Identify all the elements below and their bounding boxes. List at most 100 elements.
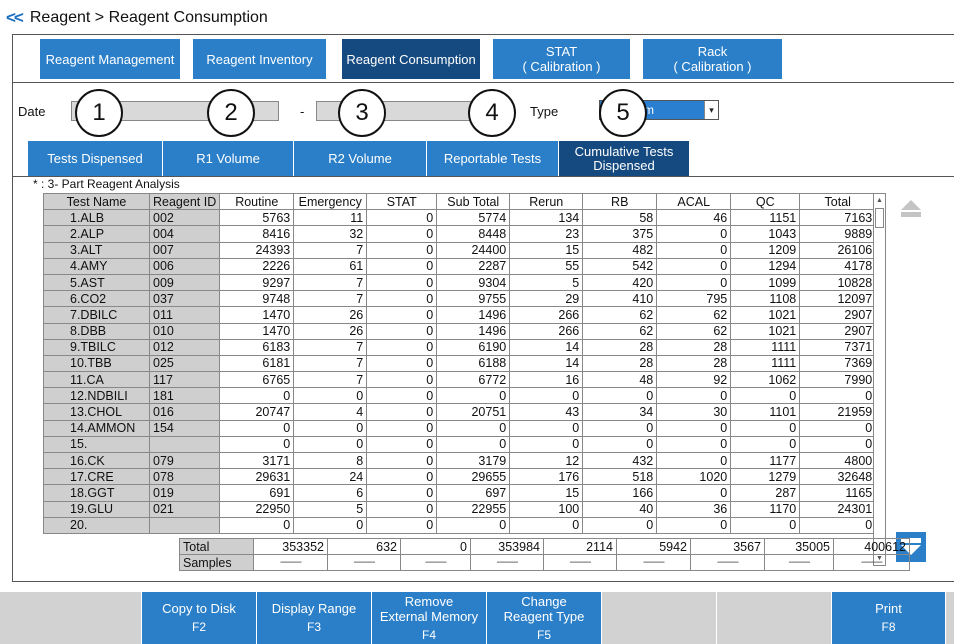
value-cell: 62 bbox=[656, 306, 732, 324]
reagent-id-cell: 079 bbox=[148, 451, 221, 470]
callout-2: 2 bbox=[207, 89, 255, 137]
value-cell: 0 bbox=[436, 435, 511, 454]
reagent-id-cell: 004 bbox=[148, 225, 221, 243]
subtab-cumulative-tests-dispensed[interactable]: Cumulative Tests Dispensed bbox=[559, 141, 689, 176]
samples-row-value: --------- bbox=[616, 554, 691, 571]
value-cell: 8416 bbox=[219, 225, 295, 243]
value-cell: 0 bbox=[799, 435, 877, 454]
value-cell: 61 bbox=[293, 257, 368, 275]
subtab-tests-dispensed[interactable]: Tests Dispensed bbox=[28, 141, 162, 176]
table-row[interactable]: 18.GGT 019 691 6 0 697 15 166 0 287 1165 bbox=[43, 484, 877, 502]
table-row[interactable]: 1.ALB 002 5763 11 0 5774 134 58 46 1151 7163 bbox=[43, 209, 877, 227]
value-cell: 1470 bbox=[219, 306, 295, 324]
reagent-id-cell: 012 bbox=[148, 338, 221, 356]
value-cell: 4800 bbox=[799, 451, 877, 470]
tab-rack-calibration[interactable]: Rack ( Calibration ) bbox=[643, 39, 782, 79]
scroll-thumb[interactable] bbox=[875, 208, 884, 228]
fkey-label: Remove External Memory bbox=[379, 593, 479, 624]
value-cell: 46 bbox=[656, 209, 732, 227]
test-name-cell: 2.ALP bbox=[43, 225, 150, 243]
scroll-up-arrow-icon[interactable]: ▲ bbox=[874, 194, 885, 207]
table-row[interactable]: 15. 0 0 0 0 0 0 0 0 0 bbox=[43, 435, 877, 454]
value-cell: 0 bbox=[366, 419, 438, 437]
fkey-f8-button[interactable]: Print F8 bbox=[832, 592, 946, 644]
value-cell: 176 bbox=[509, 468, 584, 486]
value-cell: 32648 bbox=[799, 468, 877, 486]
value-cell: 22950 bbox=[219, 500, 295, 518]
subtab-reportable-tests[interactable]: Reportable Tests bbox=[427, 141, 558, 176]
fkey-f2-button[interactable]: Copy to Disk F2 bbox=[142, 592, 257, 644]
test-name-cell: 15. bbox=[43, 435, 150, 454]
table-row[interactable]: 4.AMY 006 2226 61 0 2287 55 542 0 1294 4178 bbox=[43, 257, 877, 275]
value-cell: 3171 bbox=[219, 451, 295, 470]
value-cell: 5774 bbox=[436, 209, 511, 227]
table-row[interactable]: 11.CA 117 6765 7 0 6772 16 48 92 1062 7990 bbox=[43, 371, 877, 389]
fkey-f3-button[interactable]: Display Range F3 bbox=[257, 592, 372, 644]
value-cell: 0 bbox=[656, 419, 732, 437]
table-row[interactable]: 3.ALT 007 24393 7 0 24400 15 482 0 1209 26106 bbox=[43, 241, 877, 259]
table-row[interactable]: 10.TBB 025 6181 7 0 6188 14 28 28 1111 7369 bbox=[43, 354, 877, 373]
value-cell: 0 bbox=[509, 516, 584, 534]
tab-reagent-consumption[interactable]: Reagent Consumption bbox=[342, 39, 480, 79]
value-cell: 2287 bbox=[436, 257, 511, 275]
tab-stat-calibration[interactable]: STAT ( Calibration ) bbox=[493, 39, 630, 79]
reagent-id-cell bbox=[148, 516, 221, 534]
value-cell: 32 bbox=[293, 225, 368, 243]
value-cell: 15 bbox=[509, 241, 584, 259]
table-row[interactable]: 6.CO2 037 9748 7 0 9755 29 410 795 1108 12097 bbox=[43, 290, 877, 308]
value-cell: 0 bbox=[219, 516, 295, 534]
table-row[interactable]: 2.ALP 004 8416 32 0 8448 23 375 0 1043 9889 bbox=[43, 225, 877, 243]
value-cell: 0 bbox=[366, 403, 438, 421]
table-row[interactable]: 17.CRE 078 29631 24 0 29655 176 518 1020 1279 3264… bbox=[43, 468, 877, 486]
back-icon[interactable]: << bbox=[6, 8, 24, 28]
table-row[interactable]: 8.DBB 010 1470 26 0 1496 266 62 62 1021 2907 bbox=[43, 322, 877, 340]
subtab-r1-volume[interactable]: R1 Volume bbox=[163, 141, 293, 176]
value-cell: 26106 bbox=[799, 241, 877, 259]
tab-reagent-management[interactable]: Reagent Management bbox=[40, 39, 180, 79]
chevron-down-icon[interactable]: ▾ bbox=[704, 101, 718, 119]
samples-row-value: --------- bbox=[833, 554, 910, 571]
fkey-f5-button[interactable]: Change Reagent Type F5 bbox=[487, 592, 602, 644]
table-row[interactable]: 9.TBILC 012 6183 7 0 6190 14 28 28 1111 7371 bbox=[43, 338, 877, 356]
test-name-cell: 1.ALB bbox=[43, 209, 150, 227]
reagent-id-cell: 025 bbox=[148, 354, 221, 373]
table-scrollbar[interactable]: ▲ ▼ bbox=[873, 193, 886, 566]
page-up-button[interactable] bbox=[896, 193, 926, 223]
column-header: Rerun bbox=[509, 192, 584, 211]
value-cell: 0 bbox=[730, 387, 801, 405]
table-row[interactable]: 7.DBILC 011 1470 26 0 1496 266 62 62 1021 2907 bbox=[43, 306, 877, 324]
value-cell: 691 bbox=[219, 484, 295, 502]
table-row[interactable]: 12.NDBILI 181 0 0 0 0 0 0 0 0 0 bbox=[43, 387, 877, 405]
value-cell: 100 bbox=[509, 500, 584, 518]
fkey-empty-slot bbox=[717, 592, 832, 644]
value-cell: 9297 bbox=[219, 273, 295, 292]
tab-reagent-inventory[interactable]: Reagent Inventory bbox=[193, 39, 326, 79]
table-row[interactable]: 13.CHOL 016 20747 4 0 20751 43 34 30 1101 21959 bbox=[43, 403, 877, 421]
table-row[interactable]: 16.CK 079 3171 8 0 3179 12 432 0 1177 4800 bbox=[43, 451, 877, 470]
value-cell: 24393 bbox=[219, 241, 295, 259]
value-cell: 0 bbox=[366, 484, 438, 502]
reagent-id-cell: 016 bbox=[148, 403, 221, 421]
test-name-cell: 17.CRE bbox=[43, 468, 150, 486]
breadcrumb-text: Reagent > Reagent Consumption bbox=[29, 9, 268, 26]
value-cell: 1020 bbox=[656, 468, 732, 486]
value-cell: 542 bbox=[582, 257, 658, 275]
table-row[interactable]: 20. 0 0 0 0 0 0 0 0 0 bbox=[43, 516, 877, 534]
value-cell: 0 bbox=[436, 387, 511, 405]
value-cell: 0 bbox=[293, 435, 368, 454]
value-cell: 0 bbox=[366, 516, 438, 534]
fkey-f4-button[interactable]: Remove External Memory F4 bbox=[372, 592, 487, 644]
table-row[interactable]: 14.AMMON 154 0 0 0 0 0 0 0 0 0 bbox=[43, 419, 877, 437]
value-cell: 1108 bbox=[730, 290, 801, 308]
totals-row-label: Total bbox=[179, 538, 254, 555]
table-row[interactable]: 5.AST 009 9297 7 0 9304 5 420 0 1099 10828 bbox=[43, 273, 877, 292]
value-cell: 0 bbox=[730, 516, 801, 534]
value-cell: 62 bbox=[582, 322, 658, 340]
value-cell: 432 bbox=[582, 451, 658, 470]
reagent-id-cell: 019 bbox=[148, 484, 221, 502]
table-row[interactable]: 19.GLU 021 22950 5 0 22955 100 40 36 1170 24301 bbox=[43, 500, 877, 518]
value-cell: 0 bbox=[293, 516, 368, 534]
test-name-cell: 3.ALT bbox=[43, 241, 150, 259]
subtab-r2-volume[interactable]: R2 Volume bbox=[294, 141, 426, 176]
value-cell: 0 bbox=[656, 387, 732, 405]
